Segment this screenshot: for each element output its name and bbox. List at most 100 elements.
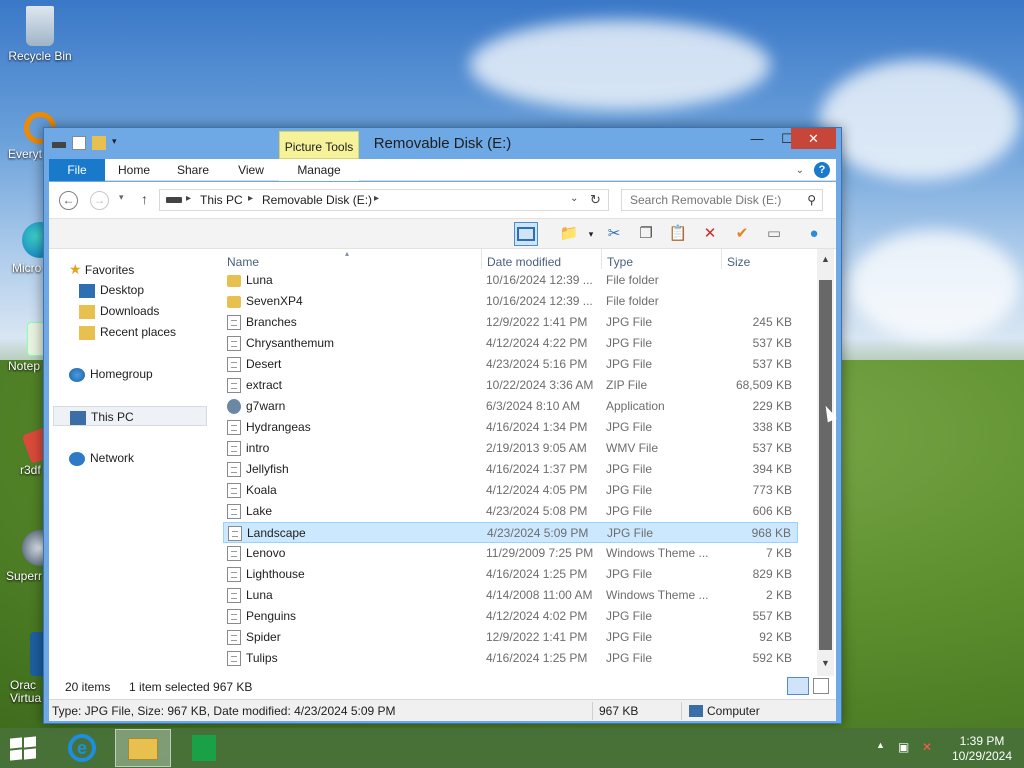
file-date: 4/12/2024 4:22 PM <box>486 336 588 350</box>
column-header-type[interactable]: Type <box>607 255 633 269</box>
help-icon[interactable]: ? <box>814 162 830 178</box>
copy-icon[interactable]: ❐ <box>634 222 658 246</box>
tab-home[interactable]: Home <box>109 159 159 181</box>
checkmark-icon[interactable]: ✔ <box>730 222 754 246</box>
paste-icon[interactable]: 📋 <box>666 222 690 246</box>
vertical-scrollbar[interactable]: ▲ ▼ <box>817 249 834 680</box>
tab-share[interactable]: Share <box>167 159 219 181</box>
file-row[interactable]: Branches 12/9/2022 1:41 PM JPG File 245 KB <box>223 312 798 333</box>
breadcrumb-separator-icon[interactable]: ▸ <box>248 193 253 204</box>
file-name: Tulips <box>246 651 278 665</box>
file-date: 4/12/2024 4:05 PM <box>486 483 588 497</box>
chat-bubble-icon[interactable]: ● <box>802 222 826 246</box>
nav-downloads[interactable]: Downloads <box>79 301 237 321</box>
title-bar[interactable]: ▾ Picture Tools Removable Disk (E:) — ☐ … <box>44 128 841 159</box>
taskbar-internet-explorer[interactable]: e <box>54 729 110 767</box>
column-header-size[interactable]: Size <box>727 255 750 269</box>
file-row[interactable]: SevenXP4 10/16/2024 12:39 ... File folder <box>223 291 798 312</box>
address-dropdown-icon[interactable]: ⌄ <box>570 193 578 204</box>
file-row[interactable]: Desert 4/23/2024 5:16 PM JPG File 537 KB <box>223 354 798 375</box>
breadcrumb-this-pc[interactable]: This PC <box>200 193 243 207</box>
delete-icon[interactable]: ✕ <box>698 222 722 246</box>
file-row[interactable]: Luna 10/16/2024 12:39 ... File folder <box>223 270 798 291</box>
breadcrumb-removable-disk[interactable]: Removable Disk (E:) <box>262 193 372 207</box>
file-date: 4/12/2024 4:02 PM <box>486 609 588 623</box>
file-row[interactable]: Chrysanthemum 4/12/2024 4:22 PM JPG File 53… <box>223 333 798 354</box>
cut-icon[interactable]: ✂ <box>602 222 626 246</box>
close-button[interactable]: ✕ <box>791 128 836 149</box>
network-status-icon[interactable]: ▣ <box>898 740 909 754</box>
file-icon <box>227 651 241 666</box>
details-view-button[interactable] <box>787 677 809 695</box>
desktop-icon-recycle-bin[interactable]: Recycle Bin <box>0 6 80 63</box>
file-row[interactable]: g7warn 6/3/2024 8:10 AM Application 229 KB <box>223 396 798 417</box>
address-bar[interactable]: ▸ This PC ▸ Removable Disk (E:) ▸ ⌄ ↻ <box>159 189 609 211</box>
column-header-date[interactable]: Date modified <box>487 255 561 269</box>
selection-summary: 1 item selected 967 KB <box>129 680 253 694</box>
file-row[interactable]: Penguins 4/12/2024 4:02 PM JPG File 557 KB <box>223 606 798 627</box>
breadcrumb-separator-icon[interactable]: ▸ <box>186 193 191 204</box>
file-date: 10/22/2024 3:36 AM <box>486 378 594 392</box>
move-to-icon[interactable]: 📁 <box>557 222 581 246</box>
move-to-dropdown-icon[interactable]: ▾ <box>579 222 603 246</box>
search-icon[interactable]: ⚲ <box>807 193 816 207</box>
scroll-thumb[interactable] <box>819 280 832 650</box>
forward-button[interactable]: → <box>90 191 109 210</box>
file-size: 92 KB <box>759 630 792 644</box>
show-hidden-icons-icon[interactable]: ▲ <box>876 740 885 750</box>
rename-icon[interactable]: ▭ <box>762 222 786 246</box>
breadcrumb-separator-icon[interactable]: ▸ <box>374 193 379 204</box>
file-row[interactable]: Lake 4/23/2024 5:08 PM JPG File 606 KB <box>223 501 798 522</box>
file-date: 6/3/2024 8:10 AM <box>486 399 581 413</box>
nav-network[interactable]: Network <box>69 448 227 468</box>
file-row[interactable]: Jellyfish 4/16/2024 1:37 PM JPG File 394 KB <box>223 459 798 480</box>
tab-manage[interactable]: Manage <box>279 159 359 181</box>
expand-ribbon-icon[interactable]: ⌄ <box>796 165 804 176</box>
file-size: 68,509 KB <box>735 378 792 392</box>
taskbar-file-explorer[interactable] <box>115 729 171 767</box>
internet-explorer-icon: e <box>68 734 96 762</box>
file-row[interactable]: Landscape 4/23/2024 5:09 PM JPG File 968 KB <box>223 522 798 543</box>
tab-file[interactable]: File <box>49 159 105 181</box>
file-row[interactable]: Hydrangeas 4/16/2024 1:34 PM JPG File 338 K… <box>223 417 798 438</box>
file-row[interactable]: Luna 4/14/2008 11:00 AM Windows Theme ... 2… <box>223 585 798 606</box>
file-row[interactable]: intro 2/19/2013 9:05 AM WMV File 537 KB <box>223 438 798 459</box>
minimize-button[interactable]: — <box>742 128 772 149</box>
column-divider[interactable] <box>481 249 482 269</box>
column-divider[interactable] <box>721 249 722 269</box>
search-input[interactable] <box>630 190 800 210</box>
scroll-up-icon[interactable]: ▲ <box>817 254 834 266</box>
file-row[interactable]: Lighthouse 4/16/2024 1:25 PM JPG File 829 K… <box>223 564 798 585</box>
nav-recent-places[interactable]: Recent places <box>79 322 237 342</box>
column-header-name[interactable]: Name <box>227 255 259 269</box>
clock-date: 10/29/2024 <box>951 749 1013 763</box>
file-row[interactable]: Koala 4/12/2024 4:05 PM JPG File 773 KB <box>223 480 798 501</box>
file-row[interactable]: Tulips 4/16/2024 1:25 PM JPG File 592 KB <box>223 648 798 669</box>
back-button[interactable]: ← <box>59 191 78 210</box>
preview-pane-button[interactable] <box>514 222 538 246</box>
large-icons-view-button[interactable] <box>813 678 829 694</box>
scroll-down-icon[interactable]: ▼ <box>817 658 834 670</box>
file-row[interactable]: Lenovo 11/29/2009 7:25 PM Windows Theme ..… <box>223 543 798 564</box>
item-count: 20 items <box>65 680 111 694</box>
nav-desktop[interactable]: Desktop <box>79 280 237 300</box>
application-icon <box>227 399 241 414</box>
taskbar-store[interactable] <box>176 729 232 767</box>
system-clock[interactable]: 1:39 PM 10/29/2024 <box>950 734 1014 764</box>
volume-muted-icon[interactable]: ✕ <box>922 740 932 754</box>
nav-favorites[interactable]: ★ Favorites <box>69 259 227 279</box>
refresh-icon[interactable]: ↻ <box>590 192 601 208</box>
tab-view[interactable]: View <box>226 159 276 181</box>
search-box[interactable]: ⚲ <box>621 189 823 211</box>
nav-this-pc[interactable]: This PC <box>53 406 207 426</box>
file-row[interactable]: extract 10/22/2024 3:36 AM ZIP File 68,509 … <box>223 375 798 396</box>
start-button[interactable] <box>10 736 38 761</box>
windows-logo-icon <box>10 749 22 761</box>
nav-homegroup[interactable]: Homegroup <box>69 364 227 384</box>
file-name: extract <box>246 378 283 392</box>
file-icon <box>227 609 241 624</box>
file-row[interactable]: Spider 12/9/2022 1:41 PM JPG File 92 KB <box>223 627 798 648</box>
up-button[interactable]: ↑ <box>141 191 148 207</box>
recent-locations-icon[interactable]: ▾ <box>119 192 124 203</box>
column-divider[interactable] <box>601 249 602 269</box>
